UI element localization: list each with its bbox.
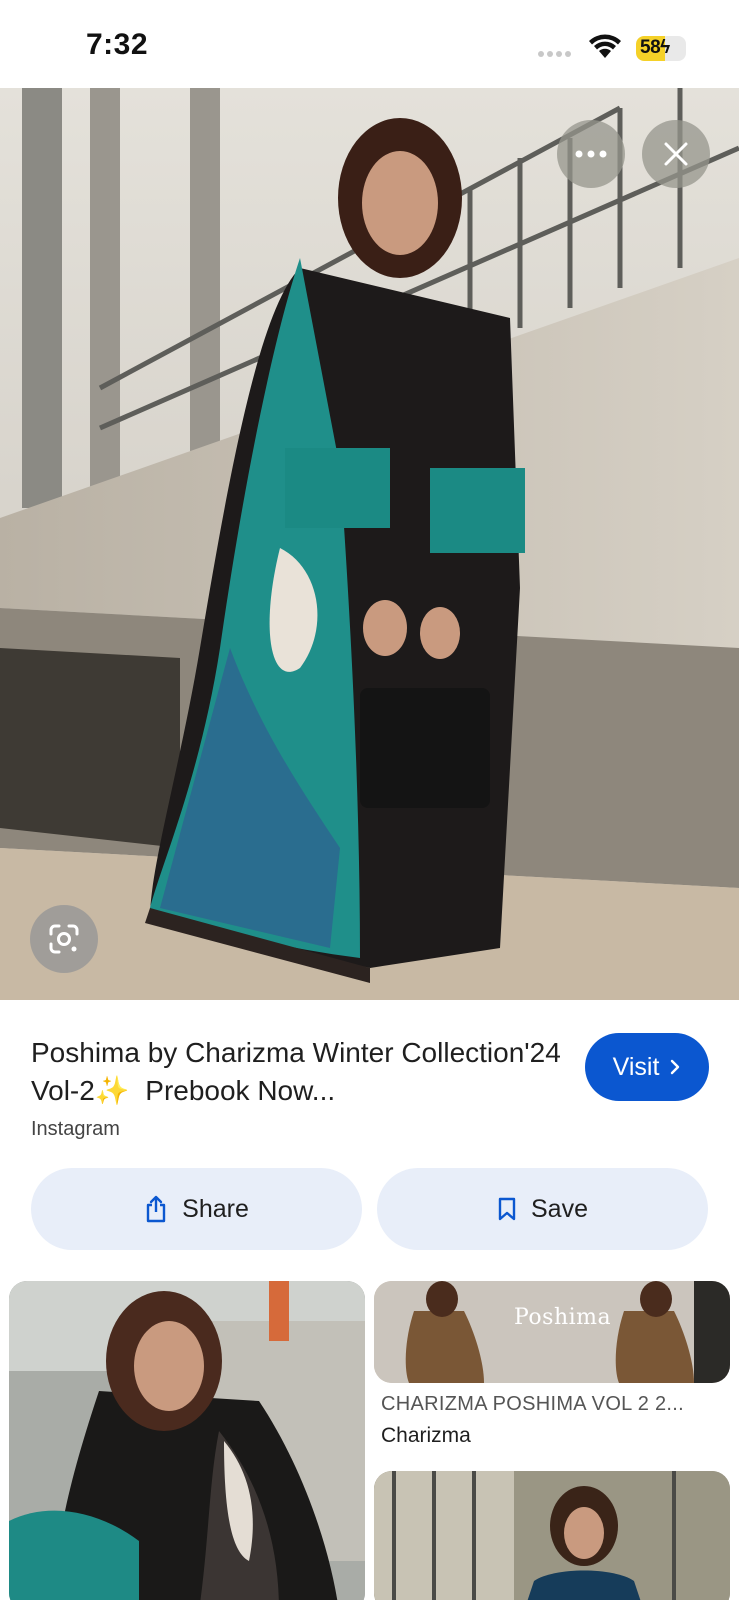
hero-photo xyxy=(0,88,739,1000)
hero-image[interactable] xyxy=(0,88,739,1000)
status-bar: 7:32 58ϟ xyxy=(0,0,739,88)
battery-indicator: 58ϟ xyxy=(636,36,686,61)
visit-button[interactable]: Visit xyxy=(585,1033,709,1101)
share-icon xyxy=(146,1195,166,1223)
save-label: Save xyxy=(531,1194,588,1223)
visit-label: Visit xyxy=(612,1052,660,1081)
battery-level: 58ϟ xyxy=(640,37,670,58)
close-button[interactable] xyxy=(642,120,710,188)
status-time: 7:32 xyxy=(86,28,149,61)
related-result-image xyxy=(374,1471,730,1600)
poshima-logo: Poshima xyxy=(514,1305,612,1330)
save-button[interactable]: Save xyxy=(377,1168,708,1250)
close-icon xyxy=(664,142,688,166)
related-result-card[interactable] xyxy=(374,1471,730,1600)
related-result-image xyxy=(374,1281,730,1383)
result-title[interactable]: Poshima by Charizma Winter Collection'24… xyxy=(31,1034,571,1110)
related-result-source: Charizma xyxy=(381,1424,471,1447)
result-source: Instagram xyxy=(31,1118,120,1140)
wifi-icon xyxy=(589,34,621,58)
chevron-right-icon xyxy=(671,1059,680,1075)
share-label: Share xyxy=(182,1194,249,1223)
related-result-caption: CHARIZMA POSHIMA VOL 2 2... xyxy=(381,1393,684,1415)
lens-search-button[interactable] xyxy=(30,905,98,973)
related-result-card[interactable] xyxy=(9,1281,365,1600)
charging-bolt-icon: ϟ xyxy=(660,37,670,58)
more-horizontal-icon xyxy=(575,150,607,158)
related-result-card[interactable]: Poshima xyxy=(374,1281,730,1383)
more-options-button[interactable] xyxy=(557,120,625,188)
share-button[interactable]: Share xyxy=(31,1168,362,1250)
sparkle-emoji: ✨ xyxy=(94,1075,130,1106)
bookmark-icon xyxy=(498,1197,516,1221)
related-result-image xyxy=(9,1281,365,1600)
google-lens-icon xyxy=(49,924,79,954)
cellular-signal-icon xyxy=(538,51,571,57)
result-title-suffix: Prebook Now... xyxy=(129,1075,336,1106)
